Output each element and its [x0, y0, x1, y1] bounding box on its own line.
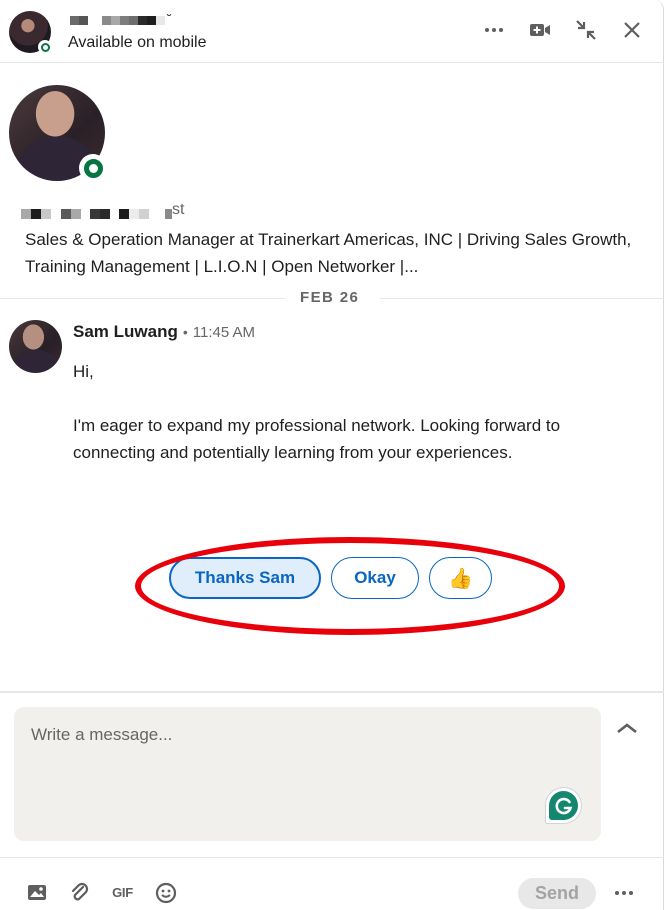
profile-name-redacted[interactable]: st: [21, 199, 184, 219]
video-call-button[interactable]: [528, 18, 552, 42]
gif-button[interactable]: GIF: [110, 880, 135, 905]
profile-name-suffix: st: [172, 201, 185, 218]
message-timestamp: 11:45 AM: [192, 324, 256, 341]
online-status-icon: [38, 40, 52, 54]
profile-headline: Sales & Operation Manager at Trainerkart…: [25, 230, 632, 276]
attach-image-button[interactable]: [24, 880, 49, 905]
thumbs-up-icon: 👍: [448, 567, 473, 590]
messaging-window: ˘ Available on mobile st Sales & Operati…: [0, 0, 664, 910]
paperclip-icon: [71, 882, 88, 900]
profile-avatar[interactable]: [9, 85, 107, 182]
emoji-button[interactable]: [153, 880, 178, 905]
attach-file-button[interactable]: [67, 880, 92, 905]
divider-line: [380, 298, 664, 299]
message-body: Hi, I'm eager to expand my professional …: [73, 358, 593, 466]
video-camera-plus-icon: [530, 24, 550, 36]
date-divider: FEB 26: [0, 288, 664, 308]
ellipsis-icon: [615, 891, 633, 895]
message-paragraph: I'm eager to expand my professional netw…: [73, 416, 561, 462]
conversation-header: ˘ Available on mobile: [0, 0, 664, 63]
smiley-icon: [155, 882, 176, 903]
sender-name[interactable]: Sam Luwang: [73, 322, 178, 342]
composer-more-options-button[interactable]: [614, 880, 642, 906]
reply-chip-thumbs-up[interactable]: 👍: [429, 557, 492, 599]
grammarly-icon: [549, 791, 578, 820]
sender-avatar[interactable]: [9, 320, 62, 373]
composer-toolbar: GIF Send: [0, 858, 664, 910]
reply-chip-thanks-sam[interactable]: Thanks Sam: [169, 557, 321, 599]
expand-composer-button[interactable]: [615, 721, 641, 745]
message-input[interactable]: [31, 725, 551, 745]
message-paragraph: Hi,: [73, 362, 94, 381]
message-blank-line: [73, 385, 593, 412]
header-avatar[interactable]: [9, 11, 52, 54]
online-status-icon: [79, 154, 107, 182]
more-options-button[interactable]: [482, 18, 506, 42]
minimize-button[interactable]: [574, 18, 598, 42]
send-button[interactable]: Send: [518, 878, 596, 909]
reply-chip-okay[interactable]: Okay: [331, 557, 419, 599]
close-button[interactable]: [620, 18, 644, 42]
collapse-arrows-icon: [576, 20, 596, 40]
ellipsis-icon: [485, 28, 503, 32]
date-label: FEB 26: [300, 289, 360, 306]
composer-divider: [0, 691, 664, 693]
availability-status: Available on mobile: [68, 34, 207, 51]
image-icon: [27, 885, 46, 900]
divider-line: [0, 298, 285, 299]
contact-name-redacted[interactable]: ˘: [70, 12, 172, 26]
suggested-replies: Thanks Sam Okay 👍: [169, 557, 492, 599]
chevron-up-icon: [617, 723, 637, 734]
close-icon: [624, 22, 640, 38]
grammarly-button[interactable]: [545, 787, 582, 824]
meta-separator: •: [182, 324, 188, 340]
message-header: Sam Luwang • 11:45 AM: [73, 322, 255, 342]
message-composer[interactable]: [14, 707, 601, 841]
